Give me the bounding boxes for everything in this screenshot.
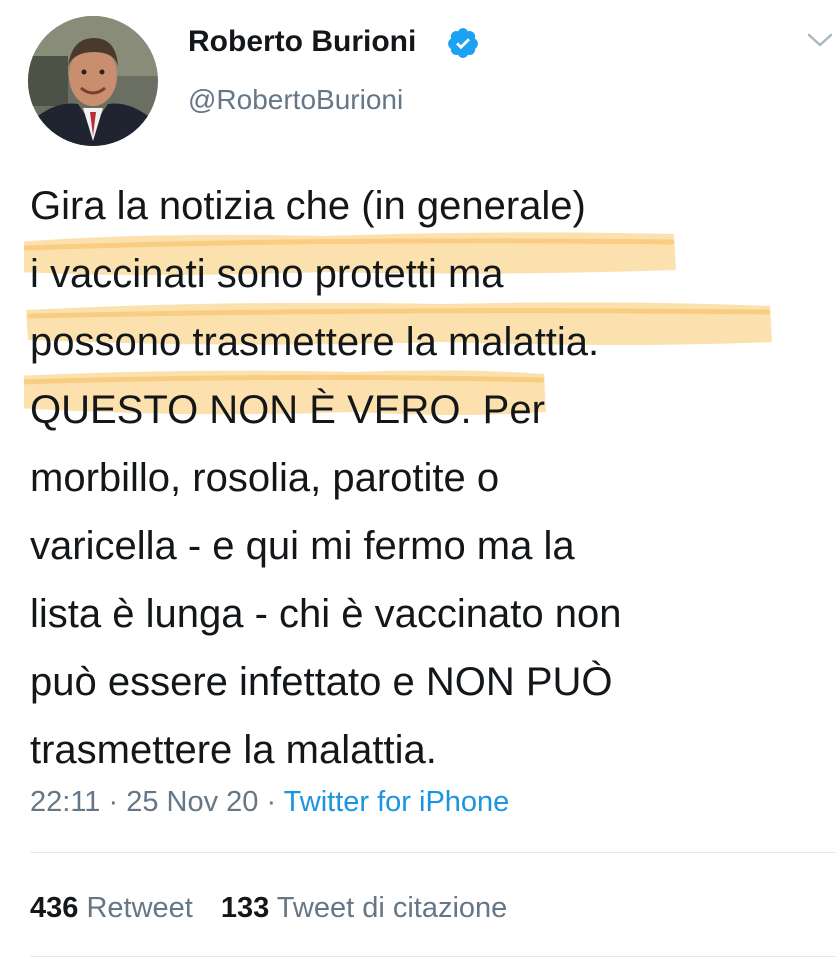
meta-separator: · xyxy=(100,786,127,818)
meta-separator: · xyxy=(258,786,284,818)
retweets-label: Retweet xyxy=(86,892,193,924)
chevron-down-icon[interactable] xyxy=(806,30,834,50)
tweet-card: Roberto Burioni @RobertoBurioni Gira la … xyxy=(0,0,840,960)
quote-tweets-stat[interactable]: 133 Tweet di citazione xyxy=(221,892,507,924)
verified-badge-icon xyxy=(448,28,478,58)
retweets-count: 436 xyxy=(30,892,79,924)
avatar[interactable] xyxy=(28,16,158,146)
avatar-photo-icon xyxy=(28,16,158,146)
tweet-line: varicella - e qui mi fermo ma la xyxy=(30,524,575,568)
tweet-line: possono trasmettere la malattia. xyxy=(30,320,600,364)
retweets-stat[interactable]: 436 Retweet xyxy=(30,892,193,924)
tweet-line: i vaccinati sono protetti ma xyxy=(30,252,504,296)
quotes-count: 133 xyxy=(220,892,270,924)
tweet-line: QUESTO NON È VERO. Per xyxy=(30,388,545,432)
tweet-line: morbillo, rosolia, parotite o xyxy=(30,456,500,500)
quotes-label: Tweet di citazione xyxy=(276,892,508,924)
tweet-line: lista è lunga - chi è vaccinato non xyxy=(30,592,622,636)
tweet-line: può essere infettato e NON PUÒ xyxy=(30,660,613,704)
display-name[interactable]: Roberto Burioni xyxy=(188,22,416,62)
tweet-date[interactable]: 25 Nov 20 xyxy=(126,786,258,818)
tweet-meta: 22:11 · 25 Nov 20 · Twitter for iPhone xyxy=(30,782,509,822)
tweet-line: Gira la notizia che (in generale) xyxy=(30,184,586,228)
divider xyxy=(30,956,836,957)
tweet-text: Gira la notizia che (in generale) i vacc… xyxy=(24,172,824,784)
handle[interactable]: @RobertoBurioni xyxy=(188,82,403,118)
source-link[interactable]: Twitter for iPhone xyxy=(284,786,510,818)
tweet-time[interactable]: 22:11 xyxy=(30,786,100,818)
tweet-line: trasmettere la malattia. xyxy=(30,728,437,772)
tweet-stats: 436 Retweet 133 Tweet di citazione xyxy=(30,888,535,928)
divider xyxy=(30,852,836,853)
